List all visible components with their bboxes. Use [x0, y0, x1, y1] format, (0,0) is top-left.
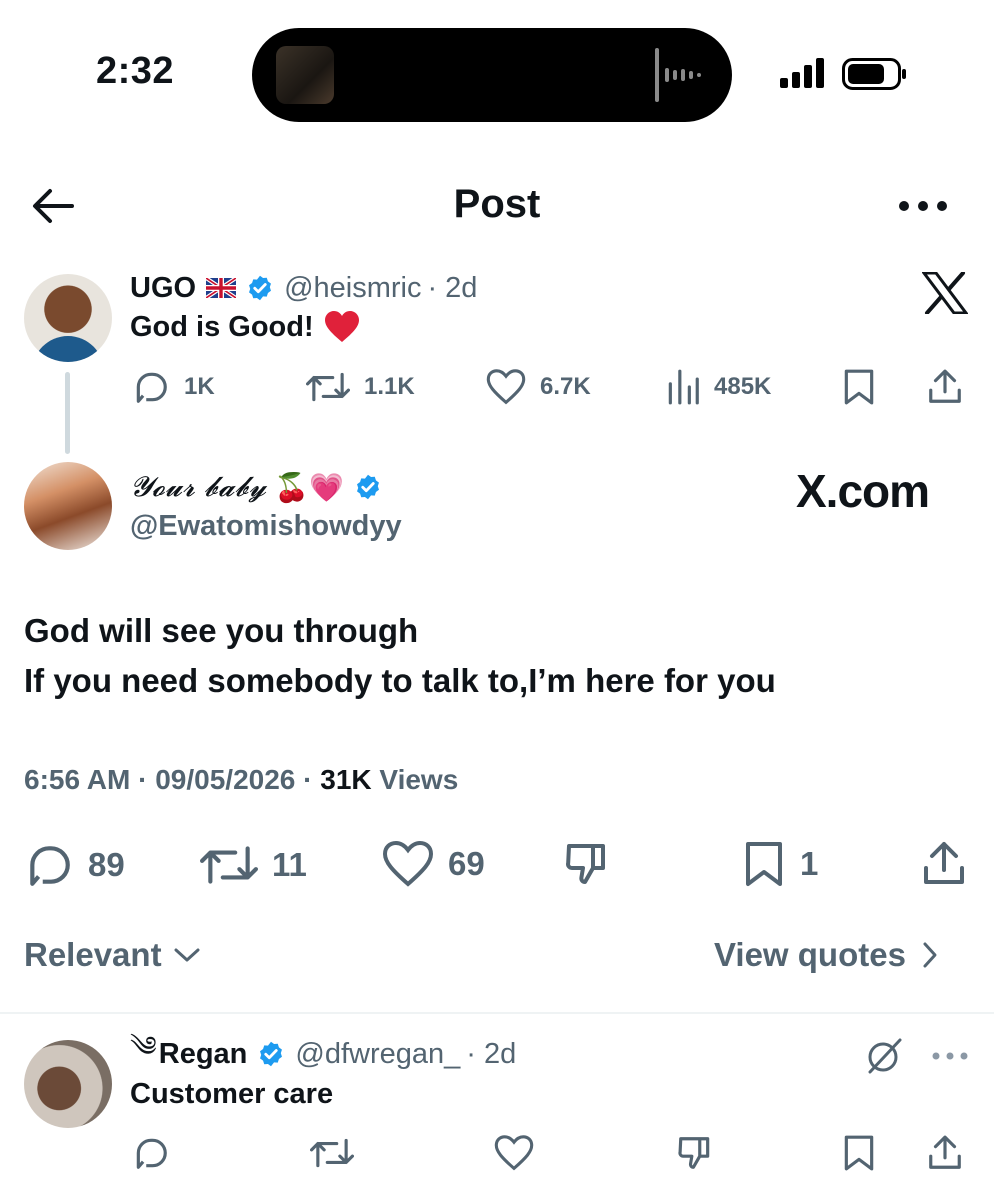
author-name[interactable]: UGO [130, 272, 196, 305]
cellular-signal-icon [780, 58, 824, 88]
parent-tweet-header: UGO @heismric · 2d [130, 270, 477, 306]
like-action[interactable]: 69 [382, 840, 485, 888]
author-handle[interactable]: @heismric [284, 272, 421, 305]
post-date: 09/05/2026 [155, 764, 296, 795]
views-action[interactable]: 485K [666, 368, 771, 406]
status-time: 2:32 [96, 50, 175, 92]
repost-action[interactable] [310, 1134, 354, 1172]
uk-flag-icon [206, 278, 237, 298]
dislike-action[interactable] [676, 1134, 714, 1172]
heart-icon [494, 1135, 534, 1171]
like-action[interactable]: 6.7K [486, 368, 591, 406]
verified-badge-icon [249, 275, 272, 301]
post-time: 6:56 AM [24, 764, 131, 795]
red-heart-emoji-icon [324, 311, 359, 342]
name-emoji: 🍒💗 [274, 470, 345, 504]
share-icon [929, 1135, 961, 1169]
battery-icon [842, 58, 906, 90]
share-icon [924, 842, 964, 884]
tweet-line-1: God will see you through [24, 612, 419, 649]
heart-icon [486, 369, 526, 405]
like-count: 69 [448, 845, 485, 882]
post-age: · 2d [427, 271, 478, 304]
views-chart-icon [668, 369, 699, 405]
bookmark-action[interactable] [842, 368, 876, 406]
avatar-ewatomishowdyy[interactable] [24, 462, 112, 550]
author-handle[interactable]: @dfwregan_ [295, 1038, 460, 1071]
dislike-action[interactable] [562, 840, 612, 888]
repost-action[interactable]: 11 [200, 840, 307, 890]
reply-text: Customer care [130, 1078, 334, 1110]
bookmark-icon [746, 842, 782, 886]
verified-badge-icon [357, 474, 379, 500]
views-count: 31K [320, 764, 372, 795]
share-icon [929, 369, 961, 403]
view-quotes-label: View quotes [714, 936, 906, 973]
page-title: Post [453, 182, 541, 226]
bookmark-action[interactable]: 1 [742, 840, 818, 888]
bookmark-action[interactable] [842, 1134, 876, 1172]
parent-tweet-text: God is Good! [130, 310, 360, 344]
reply-count: 1K [184, 373, 215, 400]
chevron-right-icon [923, 942, 937, 968]
repost-action[interactable]: 1.1K [306, 368, 415, 406]
repost-count: 1.1K [364, 373, 415, 400]
reply-action[interactable]: 1K [132, 368, 215, 406]
share-action[interactable] [920, 840, 968, 888]
tweet-line-2: If you need somebody to talk to,I’m here… [24, 662, 776, 699]
reply-icon [136, 372, 167, 403]
views-count: 485K [714, 373, 772, 400]
more-options-icon[interactable] [932, 1052, 968, 1060]
tweet-meta: 6:56 AM · 09/05/2026 · 31K Views [24, 764, 459, 795]
share-action[interactable] [926, 368, 964, 406]
bookmark-count: 1 [800, 845, 819, 882]
sort-relevant-dropdown[interactable]: Relevant [24, 936, 200, 974]
reply-icon [136, 1138, 167, 1169]
now-playing-thumbnail [276, 46, 334, 104]
reply-action[interactable]: 89 [24, 840, 125, 890]
thumbs-down-icon [566, 844, 605, 884]
author-name: 𝓨𝓸𝓾𝓻 𝓫𝓪𝓫𝔂 [130, 470, 267, 503]
heart-icon [382, 840, 434, 887]
tweet-text: God is Good! [130, 310, 314, 343]
tweet-body: God will see you through If you need som… [24, 606, 776, 706]
author-handle[interactable]: @Ewatomishowdyy [130, 510, 402, 543]
thread-connector [65, 372, 70, 454]
more-options-icon[interactable] [898, 200, 948, 212]
view-quotes-link[interactable]: View quotes [714, 936, 938, 974]
author-name[interactable]: Regan [159, 1038, 248, 1071]
bookmark-icon [844, 1135, 874, 1171]
x-logo-icon [922, 272, 968, 314]
chevron-down-icon [174, 948, 200, 962]
sort-label: Relevant [24, 936, 162, 973]
repost-icon [310, 1138, 354, 1168]
repost-count: 11 [272, 846, 307, 883]
grok-icon[interactable] [864, 1036, 904, 1076]
like-action[interactable] [494, 1134, 534, 1172]
avatar-ugo[interactable] [24, 274, 112, 362]
thumbs-down-icon [678, 1137, 710, 1169]
like-count: 6.7K [540, 373, 591, 400]
reply-count: 89 [88, 846, 125, 883]
repost-icon [200, 846, 258, 884]
views-label[interactable]: Views [379, 764, 458, 795]
share-action[interactable] [926, 1134, 964, 1172]
reply-icon [30, 846, 70, 886]
bookmark-icon [844, 369, 874, 405]
audio-waveform-icon [655, 48, 701, 102]
reply-header: ༄ Regan @dfwregan_ · 2d [130, 1031, 517, 1072]
avatar-regan[interactable] [24, 1040, 112, 1128]
repost-icon [306, 372, 350, 402]
reply-action[interactable] [132, 1134, 170, 1172]
x-com-watermark: X.com [796, 465, 930, 517]
post-age: · 2d [466, 1037, 517, 1070]
display-name-row[interactable]: 𝓨𝓸𝓾𝓻 𝓫𝓪𝓫𝔂 🍒💗 [130, 470, 382, 504]
verified-badge-icon [260, 1041, 283, 1067]
